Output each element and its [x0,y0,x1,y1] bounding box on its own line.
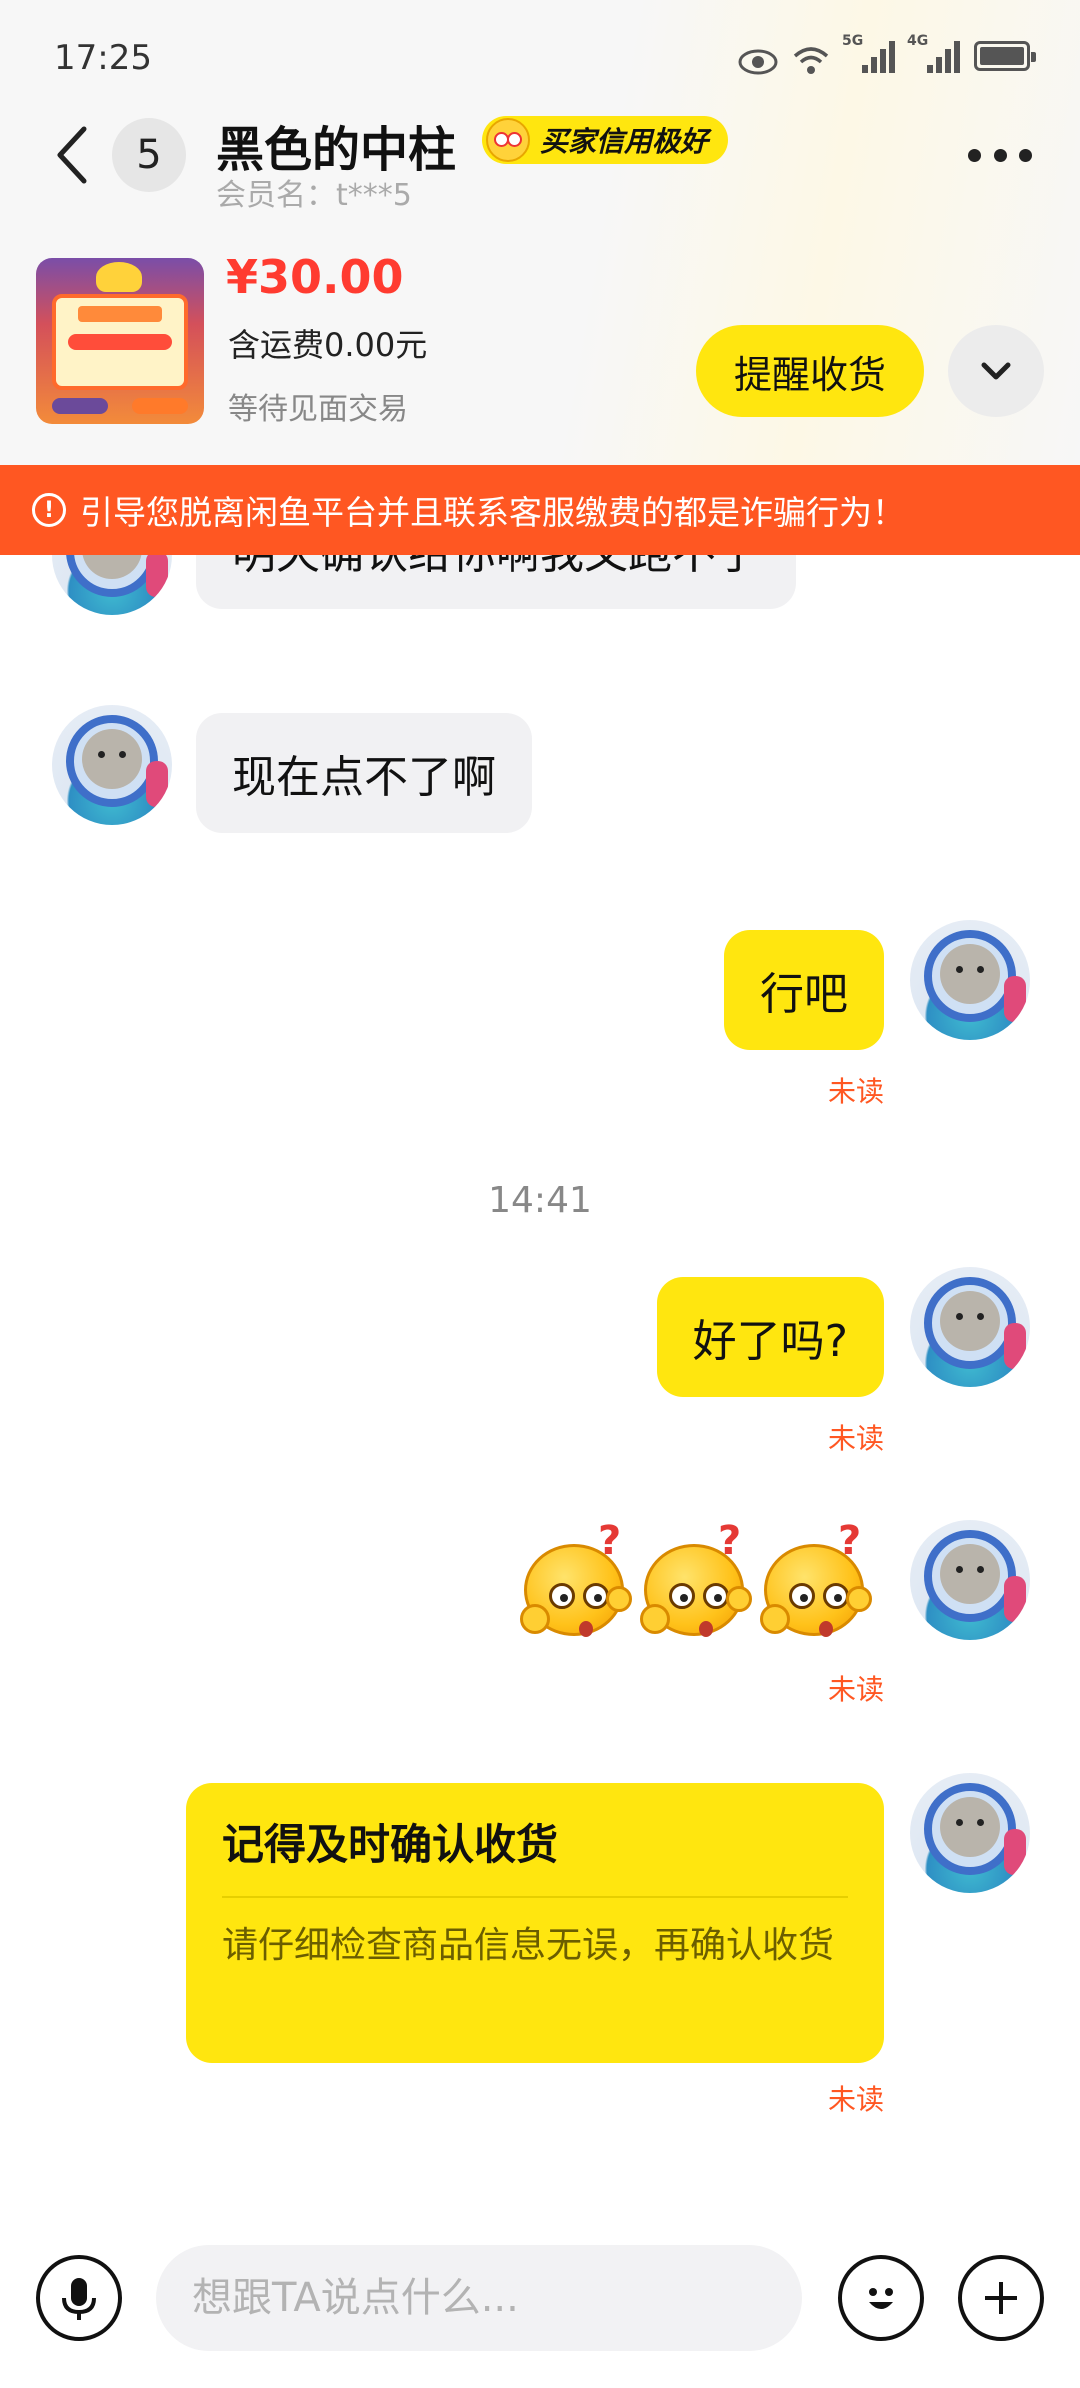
microphone-icon [62,2278,96,2320]
read-status: 未读 [827,2083,884,2116]
message-bubble-outgoing[interactable]: 行吧 [724,930,884,1050]
message-bubble-incoming[interactable]: 现在点不了啊 [196,713,532,833]
emoji-button[interactable] [838,2255,924,2341]
read-status: 未读 [827,1075,884,1108]
message-bubble-incoming[interactable]: 明天确认给你啊我又跑不了 [196,555,796,609]
input-bar [0,2205,1080,2388]
contact-avatar[interactable] [52,555,172,615]
remind-receipt-button[interactable]: 提醒收货 [696,325,924,417]
more-dot [968,148,981,162]
my-avatar[interactable] [910,1520,1030,1640]
card-body: 请仔细检查商品信息无误，再确认收货 [222,1925,835,1966]
shipping-fee: 含运费0.00元 [228,326,428,364]
credit-badge-label: 买家信用极好 [540,125,709,158]
expand-button[interactable] [948,325,1044,417]
message-bubble-outgoing[interactable]: 好了吗? [656,1277,884,1397]
contact-avatar[interactable] [52,705,172,825]
chevron-down-icon [981,362,1011,380]
fraud-warning-bar: ! 引导您脱离闲鱼平台并且联系客服缴费的都是诈骗行为！ [0,465,1080,555]
confirm-receipt-card[interactable]: 记得及时确认收货 请仔细检查商品信息无误，再确认收货 [186,1783,884,2063]
product-thumbnail[interactable] [36,258,204,424]
confused-emoji-icon[interactable]: ? [760,1518,872,1640]
eye-icon [738,36,778,76]
plus-icon [985,2282,1017,2314]
my-avatar[interactable] [910,920,1030,1040]
warning-text: 引导您脱离闲鱼平台并且联系客服缴费的都是诈骗行为！ [80,493,905,532]
smiley-face-icon [486,118,530,162]
chevron-left-icon [57,126,87,184]
message-input[interactable] [156,2245,802,2351]
my-avatar[interactable] [910,1773,1030,1893]
chat-area[interactable]: 明天确认给你啊我又跑不了 现在点不了啊 行吧 未读 14:41 好了吗? 未读 … [0,555,1080,2205]
back-button[interactable] [48,120,96,190]
trade-status: 等待见面交易 [228,392,408,427]
read-status: 未读 [827,1422,884,1455]
more-button[interactable] [968,132,1032,178]
my-avatar[interactable] [910,1267,1030,1387]
signal-4g-label: 4G [907,33,929,49]
smiley-icon [869,2288,893,2309]
product-price: ¥30.00 [226,250,404,304]
confused-emoji-icon[interactable]: ? [640,1518,752,1640]
signal-5g-label: 5G [842,33,864,49]
status-bar: 17:25 5G 4G [0,0,1080,110]
signal-5g-icon: 5G [842,33,895,73]
wifi-icon [792,36,830,76]
warning-icon: ! [32,493,66,527]
time-divider: 14:41 [488,1180,592,1221]
more-dot [1019,148,1032,162]
signal-4g-icon: 4G [907,33,960,73]
card-divider [222,1896,848,1898]
plus-button[interactable] [958,2255,1044,2341]
status-icons: 5G 4G [738,33,1036,76]
credit-badge: 买家信用极好 [482,116,729,164]
read-status: 未读 [827,1673,884,1706]
unread-count-badge[interactable]: 5 [112,118,186,192]
more-dot [993,148,1007,162]
card-title: 记得及时确认收货 [222,1820,559,1869]
confused-emoji-icon[interactable]: ? [520,1518,632,1640]
battery-icon [974,41,1036,71]
voice-button[interactable] [36,2255,122,2341]
status-time: 17:25 [54,38,152,78]
member-name: 会员名：t***5 [216,178,412,213]
